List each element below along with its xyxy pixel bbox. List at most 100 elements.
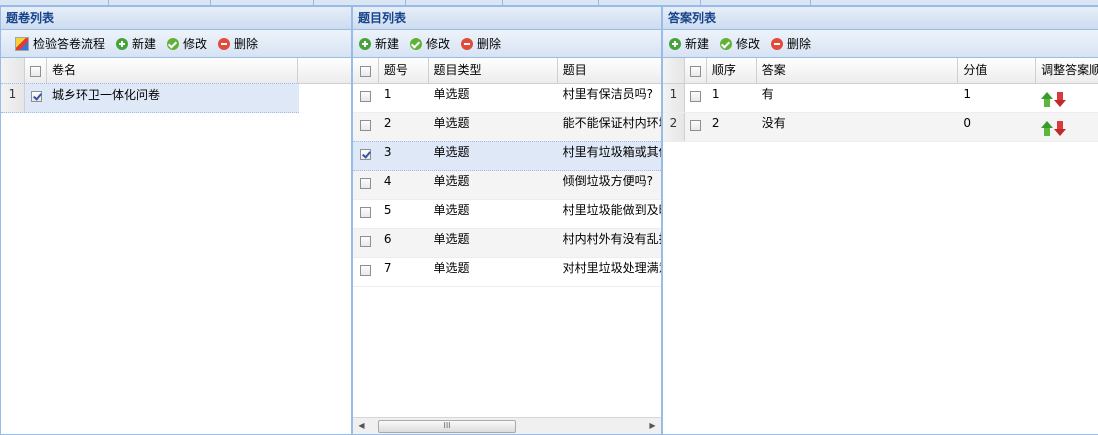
add-icon <box>669 37 681 50</box>
column-header-question[interactable]: 题目 <box>558 58 661 83</box>
questions-panel: 题目列表 新建 修改 删除 题号 题目类型 题目 1 单选题 村里有保洁员吗? 2 单选… <box>352 6 662 435</box>
row-checkbox[interactable] <box>690 91 702 102</box>
move-up-arrow-icon[interactable] <box>1041 92 1054 107</box>
column-header-name[interactable]: 卷名 <box>47 58 298 83</box>
edit-paper-label: 修改 <box>183 37 208 51</box>
delete-paper-button[interactable]: 删除 <box>218 35 258 52</box>
edit-question-label: 修改 <box>426 37 451 51</box>
table-row[interactable]: 1 1 有 1 <box>663 84 1098 113</box>
select-all-checkbox[interactable] <box>689 66 701 77</box>
row-checkbox[interactable] <box>360 120 372 131</box>
move-up-arrow-icon[interactable] <box>1041 121 1054 136</box>
answers-panel-title: 答案列表 <box>663 7 1098 30</box>
column-header-answer[interactable]: 答案 <box>757 58 959 83</box>
add-icon <box>116 37 129 50</box>
row-checkbox[interactable] <box>30 91 42 102</box>
paper-name: 城乡环卫一体化问卷 <box>52 88 161 102</box>
papers-grid-header: 卷名 <box>1 58 351 84</box>
row-checkbox[interactable] <box>360 236 372 247</box>
questions-rows: 1 单选题 村里有保洁员吗? 2 单选题 能不能保证村内环境 3 单选题 村里有垃圾箱或其他 4 单… <box>353 84 661 287</box>
row-checkbox-cell <box>353 258 379 286</box>
select-all-cell <box>353 58 379 83</box>
select-all-checkbox[interactable] <box>359 66 371 77</box>
edit-paper-button[interactable]: 修改 <box>167 35 207 52</box>
edit-question-button[interactable]: 修改 <box>410 35 450 52</box>
move-down-arrow-icon[interactable] <box>1054 121 1067 136</box>
delete-question-label: 删除 <box>477 37 502 51</box>
question-type: 单选题 <box>433 87 470 101</box>
question-number: 2 <box>383 116 392 130</box>
table-row[interactable]: 5 单选题 村里垃圾能做到及时 <box>353 200 661 229</box>
edit-icon <box>167 37 180 50</box>
answer-score: 1 <box>963 87 971 101</box>
question-type: 单选题 <box>433 261 470 275</box>
questions-grid: 题号 题目类型 题目 1 单选题 村里有保洁员吗? 2 单选题 能不能保证村内环境 3 单选题… <box>353 58 661 287</box>
question-text: 对村里垃圾处理满意 <box>562 261 661 275</box>
scroll-right-arrow-icon[interactable]: ▶ <box>644 418 661 434</box>
add-paper-button[interactable]: 新建 <box>116 35 156 52</box>
table-row[interactable]: 2 单选题 能不能保证村内环境 <box>353 113 661 142</box>
column-header-order[interactable]: 顺序 <box>707 58 757 83</box>
answers-toolbar: 新建 修改 删除 <box>663 30 1098 58</box>
question-text: 倾倒垃圾方便吗? <box>562 174 654 188</box>
table-row[interactable]: 3 单选题 村里有垃圾箱或其他 <box>353 141 661 171</box>
column-header-number[interactable]: 题号 <box>379 58 429 83</box>
scroll-thumb[interactable]: III <box>378 420 516 433</box>
delete-icon <box>461 37 474 50</box>
table-row[interactable]: 6 单选题 村内村外有没有乱扔 <box>353 229 661 258</box>
table-row[interactable]: 4 单选题 倾倒垃圾方便吗? <box>353 171 661 200</box>
question-type: 单选题 <box>433 174 470 188</box>
scroll-left-arrow-icon[interactable]: ◀ <box>353 418 370 434</box>
table-row[interactable]: 1 单选题 村里有保洁员吗? <box>353 84 661 113</box>
table-row[interactable]: 7 单选题 对村里垃圾处理满意 <box>353 258 661 287</box>
delete-question-button[interactable]: 删除 <box>461 35 501 52</box>
delete-answer-label: 删除 <box>787 37 812 51</box>
papers-grid: 卷名 1 城乡环卫一体化问卷 <box>1 58 351 113</box>
row-checkbox[interactable] <box>360 207 372 218</box>
add-icon <box>359 37 371 50</box>
answer-score: 0 <box>963 116 971 130</box>
column-header-type[interactable]: 题目类型 <box>429 58 558 83</box>
row-checkbox[interactable] <box>690 120 702 131</box>
answers-rows: 1 1 有 1 2 2 没有 0 <box>663 84 1098 142</box>
question-number: 6 <box>383 232 392 246</box>
answer-order: 1 <box>711 87 720 101</box>
row-checkbox-cell <box>353 142 379 170</box>
check-flow-label: 检验答卷流程 <box>33 37 106 51</box>
question-text: 村里有保洁员吗? <box>562 87 654 101</box>
question-type: 单选题 <box>433 145 470 159</box>
select-all-cell <box>25 58 47 83</box>
move-down-arrow-icon[interactable] <box>1054 92 1067 107</box>
questions-hscrollbar[interactable]: ◀ III ▶ <box>353 417 661 434</box>
edit-answer-label: 修改 <box>736 37 761 51</box>
papers-panel: 题卷列表 检验答卷流程 新建 修改 删除 卷名 1 城乡环卫一体化问卷 <box>0 6 352 435</box>
add-answer-button[interactable]: 新建 <box>669 35 709 52</box>
column-header-adjust[interactable]: 调整答案顺序 <box>1036 58 1098 83</box>
delete-answer-button[interactable]: 删除 <box>771 35 811 52</box>
add-question-button[interactable]: 新建 <box>359 35 399 52</box>
row-checkbox[interactable] <box>360 149 372 160</box>
add-paper-label: 新建 <box>132 37 157 51</box>
row-checkbox[interactable] <box>360 178 372 189</box>
table-row[interactable]: 1 城乡环卫一体化问卷 <box>1 83 299 113</box>
select-all-checkbox[interactable] <box>30 66 41 77</box>
table-row[interactable]: 2 2 没有 0 <box>663 113 1098 142</box>
row-number: 1 <box>663 84 685 112</box>
rownum-header <box>1 58 25 83</box>
row-number: 1 <box>1 84 25 112</box>
check-flow-icon <box>15 36 29 51</box>
column-header-score[interactable]: 分值 <box>958 58 1037 83</box>
row-checkbox-cell <box>353 113 379 141</box>
add-question-label: 新建 <box>375 37 400 51</box>
check-flow-button[interactable]: 检验答卷流程 <box>15 35 105 52</box>
question-text: 村内村外有没有乱扔 <box>562 232 661 246</box>
row-checkbox[interactable] <box>360 91 372 102</box>
question-text: 村里有垃圾箱或其他 <box>562 145 661 159</box>
row-checkbox[interactable] <box>360 265 372 276</box>
edit-answer-button[interactable]: 修改 <box>720 35 760 52</box>
papers-toolbar: 检验答卷流程 新建 修改 删除 <box>1 30 351 58</box>
edit-icon <box>410 37 423 50</box>
row-checkbox-cell <box>353 171 379 199</box>
questions-panel-title: 题目列表 <box>353 7 661 30</box>
answers-grid-header: 顺序 答案 分值 调整答案顺序 <box>663 58 1098 84</box>
